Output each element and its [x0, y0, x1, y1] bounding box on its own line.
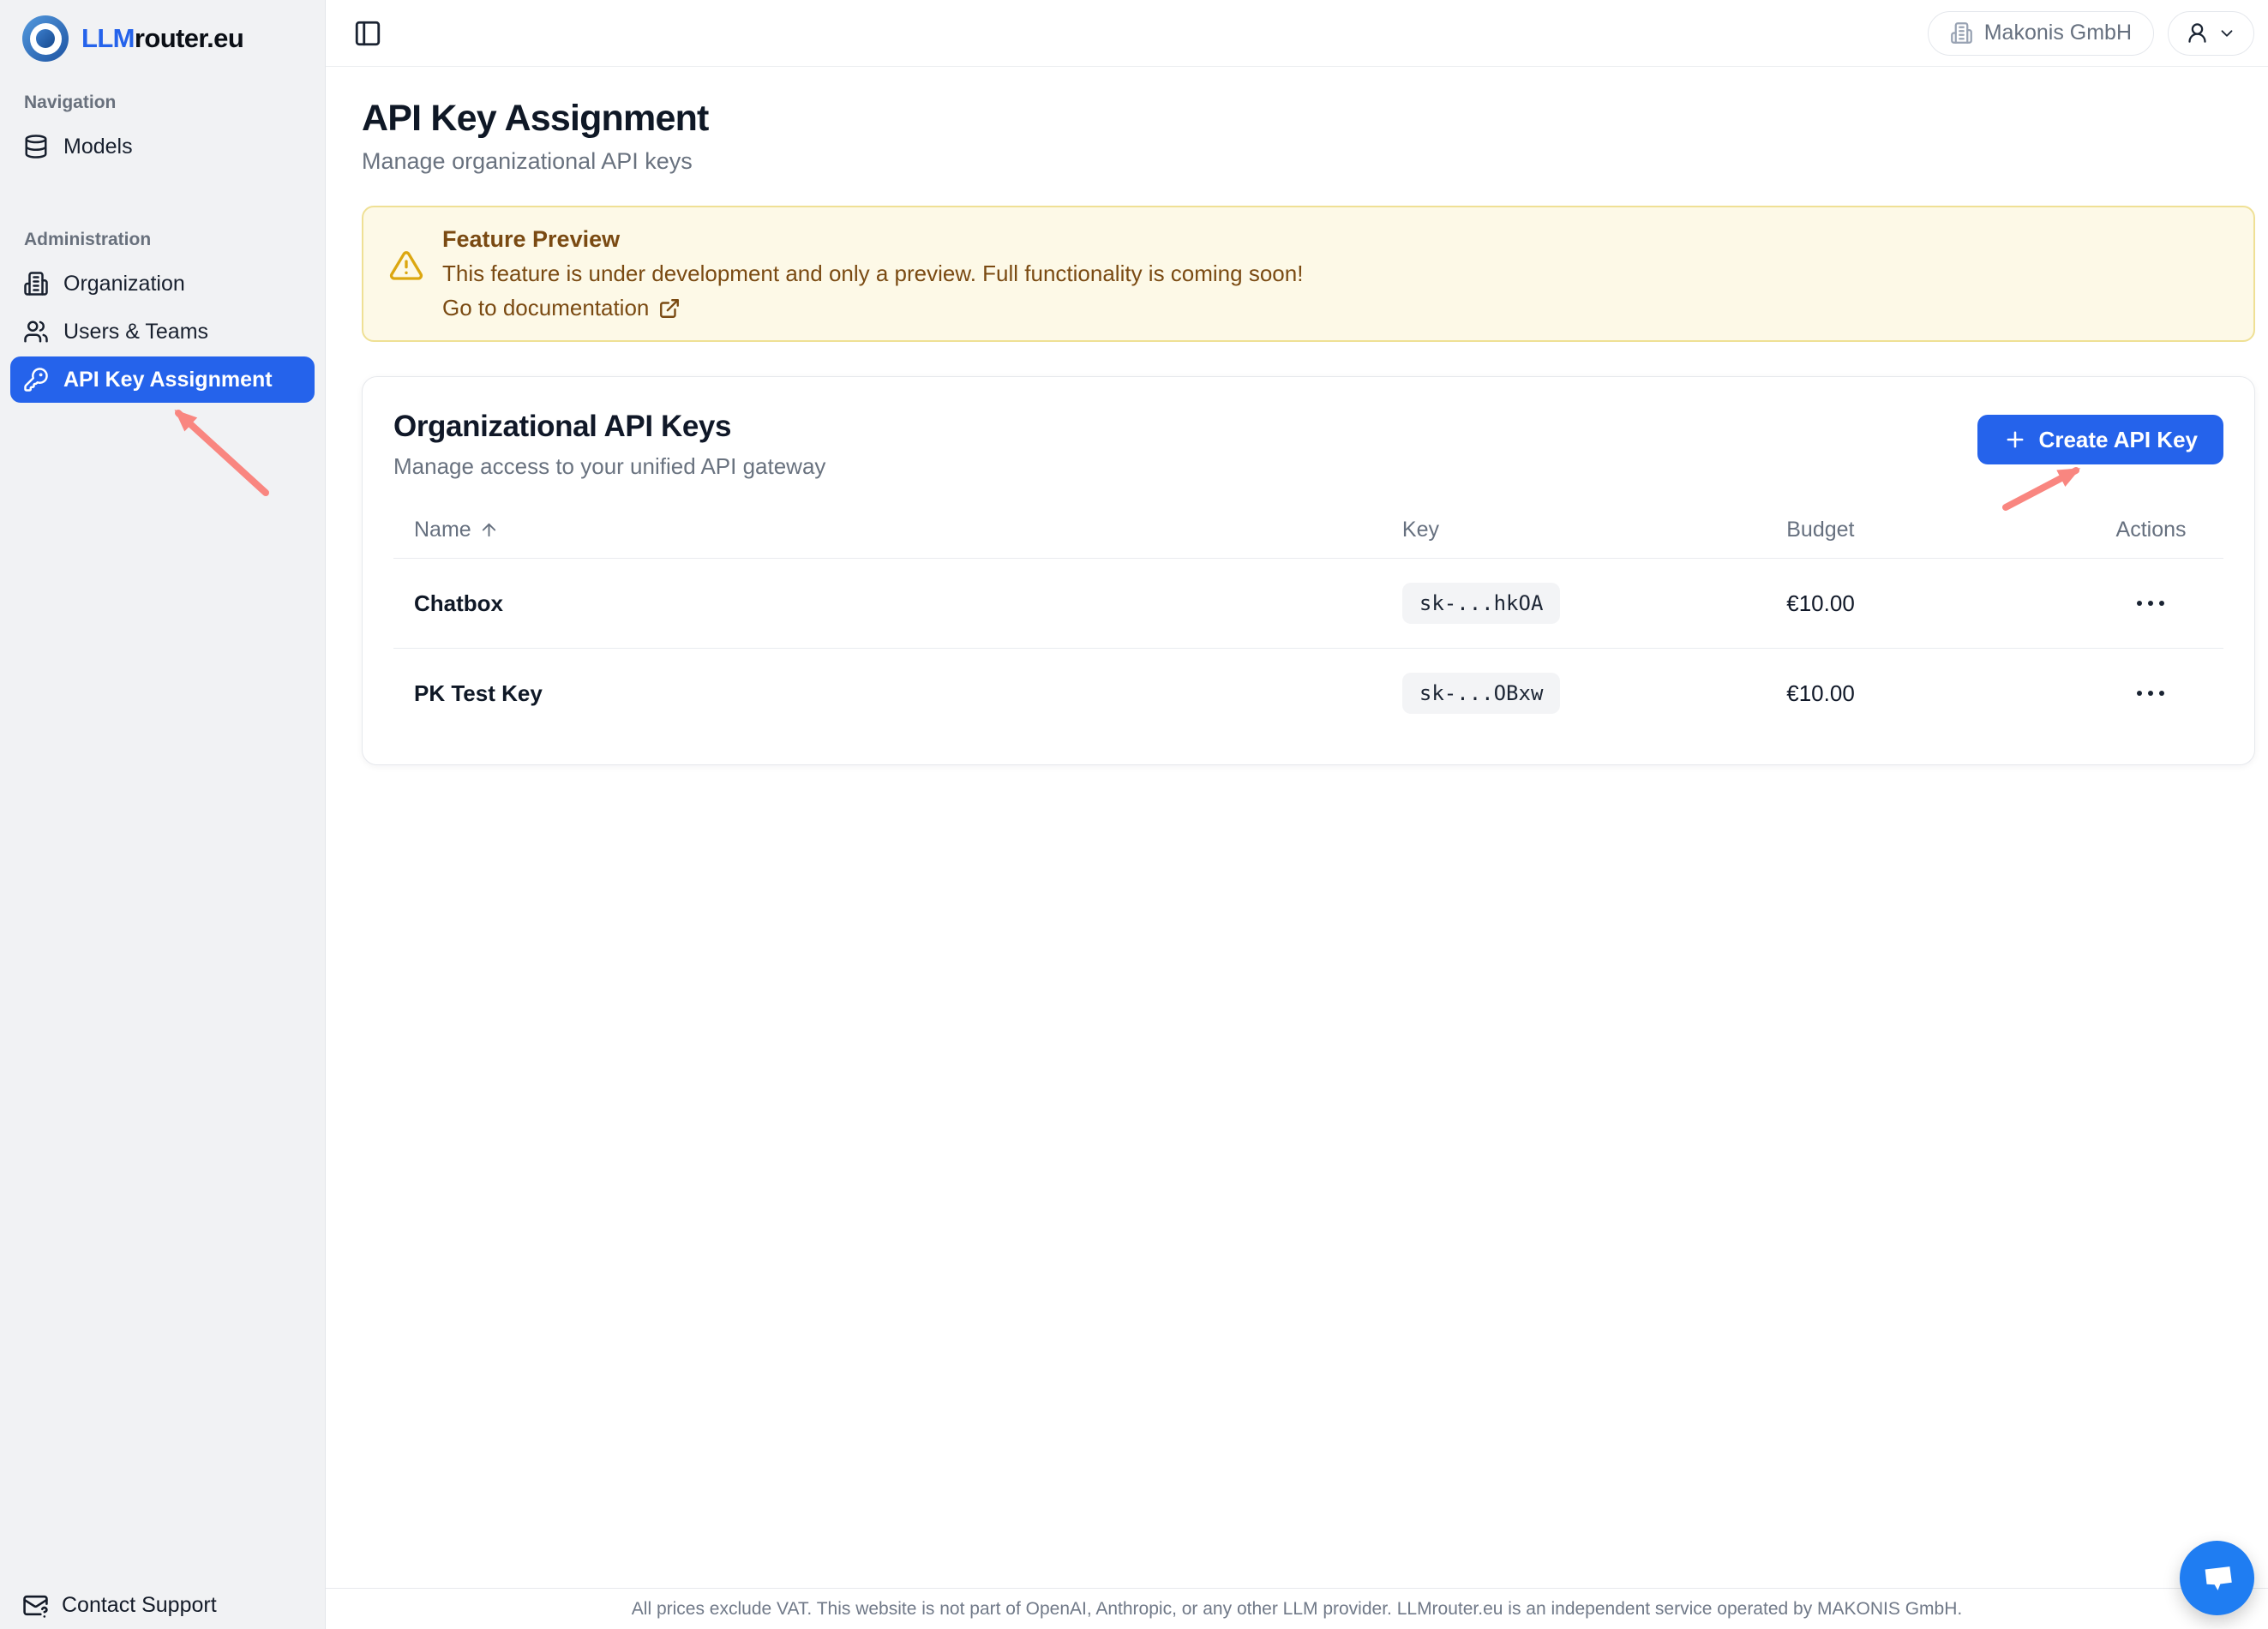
sort-by-name[interactable]: Name	[414, 518, 499, 542]
column-label: Name	[414, 518, 471, 542]
org-api-keys-card: Organizational API Keys Manage access to…	[362, 376, 2255, 765]
sidebar-item-organization[interactable]: Organization	[10, 261, 315, 307]
page-content: API Key Assignment Manage organizational…	[326, 67, 2255, 765]
table-header-row: Name Key Budget Actions	[393, 502, 2223, 559]
page-subtitle: Manage organizational API keys	[362, 148, 2255, 175]
building-icon	[1950, 21, 1973, 45]
documentation-link[interactable]: Go to documentation	[442, 295, 681, 321]
chevron-down-icon	[2217, 24, 2236, 43]
organization-name: Makonis GmbH	[1984, 21, 2132, 45]
card-subtitle: Manage access to your unified API gatewa…	[393, 453, 825, 480]
sidebar: LLMrouter.eu Navigation Models Administr…	[0, 0, 326, 1629]
footer: All prices exclude VAT. This website is …	[326, 1588, 2268, 1629]
sidebar-toggle-button[interactable]	[348, 14, 387, 53]
create-api-key-button[interactable]: Create API Key	[1977, 415, 2223, 464]
mail-question-icon	[22, 1592, 49, 1619]
topbar: Makonis GmbH	[326, 0, 2268, 67]
account-menu-button[interactable]	[2168, 11, 2254, 56]
arrow-up-icon	[479, 520, 499, 540]
organization-switcher-button[interactable]: Makonis GmbH	[1928, 11, 2154, 56]
sidebar-item-api-key-assignment[interactable]: API Key Assignment	[10, 356, 315, 403]
main-area: Makonis GmbH API Key Assignment Manage o…	[326, 0, 2268, 1629]
chat-bubble-icon	[2198, 1559, 2237, 1598]
feature-preview-banner: Feature Preview This feature is under de…	[362, 206, 2255, 342]
external-link-icon	[658, 297, 681, 320]
target-rings-icon	[22, 15, 69, 62]
row-actions-menu-button[interactable]	[2132, 590, 2169, 616]
key-name: Chatbox	[393, 559, 1382, 649]
key-value-badge: sk-...OBxw	[1402, 673, 1561, 714]
section-label: Navigation	[0, 93, 325, 113]
sidebar-section-administration: Administration Organization Users & Team…	[0, 230, 325, 403]
key-name: PK Test Key	[393, 649, 1382, 739]
table-row: Chatbox sk-...hkOA €10.00	[393, 559, 2223, 649]
users-icon	[23, 319, 49, 344]
table-row: PK Test Key sk-...OBxw €10.00	[393, 649, 2223, 739]
contact-support-label: Contact Support	[62, 1593, 217, 1618]
footer-disclaimer: All prices exclude VAT. This website is …	[632, 1599, 1962, 1620]
plus-icon	[2003, 428, 2027, 452]
sidebar-section-navigation: Navigation Models	[0, 93, 325, 170]
sidebar-item-users-teams[interactable]: Users & Teams	[10, 308, 315, 355]
card-title: Organizational API Keys	[393, 410, 825, 444]
row-actions-menu-button[interactable]	[2132, 680, 2169, 706]
banner-body: This feature is under development and on…	[442, 261, 1303, 287]
api-keys-table: Name Key Budget Actions Chatbox sk-...hk…	[393, 502, 2223, 739]
sidebar-item-label: Organization	[63, 272, 185, 296]
triangle-alert-icon	[389, 226, 423, 321]
column-header-actions: Actions	[2096, 502, 2223, 559]
building-icon	[23, 271, 49, 296]
sidebar-item-label: Models	[63, 135, 133, 159]
contact-support-button[interactable]: Contact Support	[22, 1592, 217, 1619]
sidebar-item-models[interactable]: Models	[10, 123, 315, 170]
brand-name: LLMrouter.eu	[81, 23, 243, 54]
chat-widget-button[interactable]	[2180, 1541, 2254, 1615]
column-header-key: Key	[1382, 502, 1766, 559]
key-budget: €10.00	[1766, 559, 2095, 649]
key-budget: €10.00	[1766, 649, 2095, 739]
sidebar-item-label: API Key Assignment	[63, 368, 273, 392]
key-icon	[23, 367, 49, 392]
panel-left-icon	[353, 19, 382, 48]
page-title: API Key Assignment	[362, 98, 2255, 140]
column-header-name: Name	[393, 502, 1382, 559]
key-value-badge: sk-...hkOA	[1402, 583, 1561, 624]
user-icon	[2186, 21, 2209, 45]
documentation-link-label: Go to documentation	[442, 295, 649, 321]
column-header-budget: Budget	[1766, 502, 2095, 559]
database-icon	[23, 134, 49, 159]
banner-title: Feature Preview	[442, 226, 1303, 253]
brand-logo[interactable]: LLMrouter.eu	[0, 0, 325, 62]
create-api-key-label: Create API Key	[2039, 427, 2198, 453]
sidebar-item-label: Users & Teams	[63, 320, 208, 344]
section-label: Administration	[0, 230, 325, 250]
